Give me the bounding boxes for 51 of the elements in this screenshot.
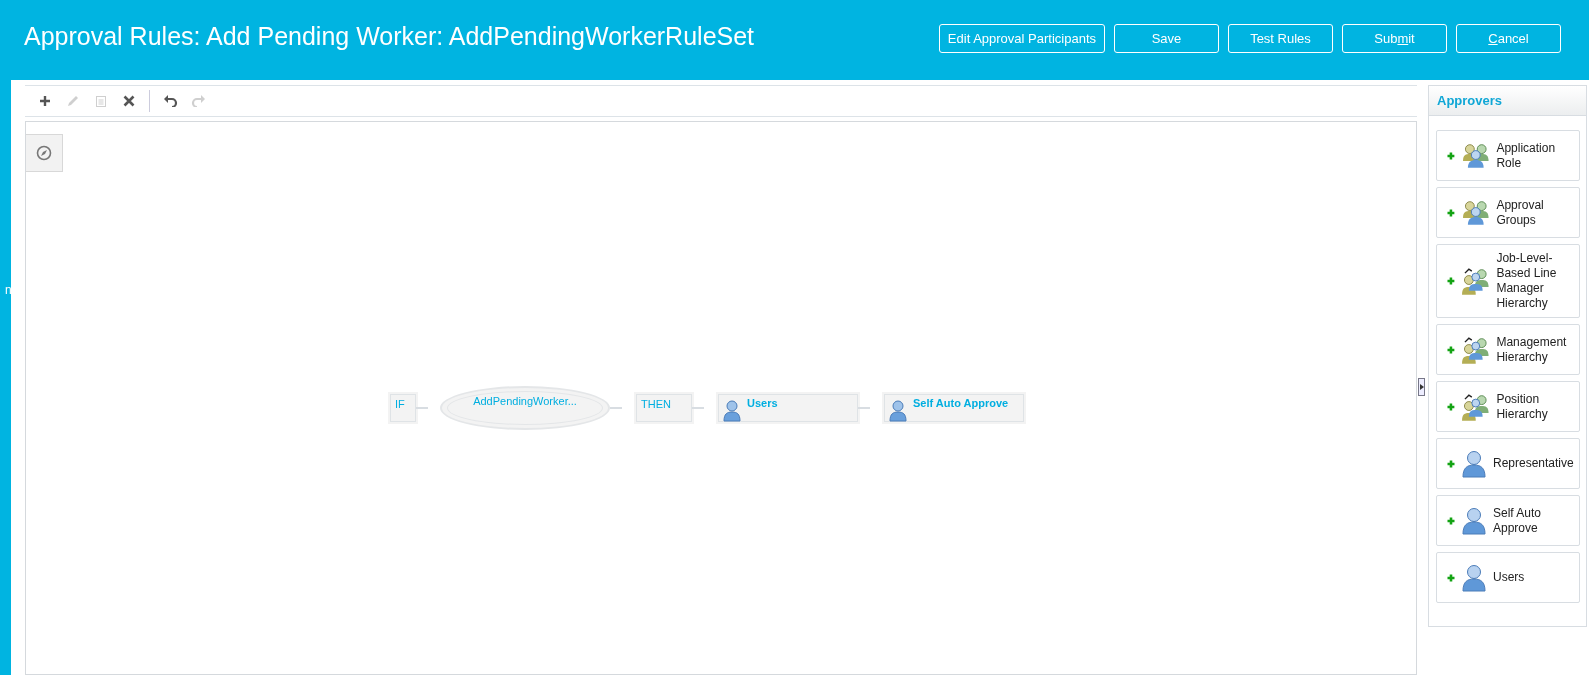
approver-item[interactable]: Job-Level-Based Line Manager Hierarchy (1436, 244, 1580, 318)
header-button[interactable]: Cancel (1456, 23, 1561, 53)
people-group-icon (1461, 142, 1490, 169)
connector-line (416, 407, 428, 409)
person-icon (723, 400, 741, 422)
redo-icon (190, 95, 206, 107)
approver-item[interactable]: Management Hierarchy (1436, 324, 1580, 375)
approver-item[interactable]: Self Auto Approve (1436, 495, 1580, 546)
approver-node[interactable]: Self Auto Approve (884, 394, 1024, 422)
person-icon (1462, 563, 1486, 592)
plus-icon (1447, 573, 1455, 582)
plus-icon (1447, 208, 1455, 217)
delete-icon (123, 95, 135, 107)
approver-node[interactable]: Users (718, 394, 858, 422)
approver-item[interactable]: Position Hierarchy (1436, 381, 1580, 432)
then-node[interactable]: THEN (636, 394, 692, 422)
add-icon (39, 95, 51, 107)
strip-text: n (5, 283, 11, 297)
page-title: Approval Rules: Add Pending Worker: AddPendingWorkerRuleSet (24, 21, 755, 51)
header-button[interactable]: Edit Approval Participants (938, 23, 1105, 53)
approver-item[interactable]: Representative (1436, 438, 1580, 489)
approver-item[interactable]: Users (1436, 552, 1580, 603)
connector-line (858, 407, 870, 409)
plus-icon (1447, 459, 1455, 468)
person-icon (889, 400, 907, 422)
copy-icon (95, 94, 107, 108)
people-hierarchy-icon (1461, 266, 1490, 296)
collapse-handle[interactable] (1418, 378, 1425, 396)
navigator-button[interactable] (26, 134, 63, 172)
connector-line (610, 407, 622, 409)
caret-icon (1419, 384, 1424, 390)
if-node[interactable]: IF (390, 394, 416, 422)
approver-item[interactable]: Application Role (1436, 130, 1580, 181)
undo-icon (162, 95, 178, 107)
header-button[interactable]: Save (1114, 23, 1219, 53)
people-group-icon (1461, 199, 1490, 226)
person-icon (1462, 449, 1486, 478)
panel-title: Approvers (1437, 93, 1503, 108)
edit-icon (66, 94, 80, 108)
plus-icon (1447, 516, 1455, 525)
header-button[interactable]: Test Rules (1228, 23, 1333, 53)
plus-icon (1447, 345, 1455, 354)
header-button[interactable]: Submit (1342, 23, 1447, 53)
connector-line (692, 407, 704, 409)
compass-icon (36, 145, 52, 161)
plus-icon (1447, 402, 1455, 411)
approver-item[interactable]: Approval Groups (1436, 187, 1580, 238)
plus-icon (1447, 151, 1455, 160)
plus-icon (1447, 277, 1455, 285)
condition-node[interactable]: AddPendingWorker... (440, 386, 610, 430)
person-icon (1462, 506, 1486, 535)
